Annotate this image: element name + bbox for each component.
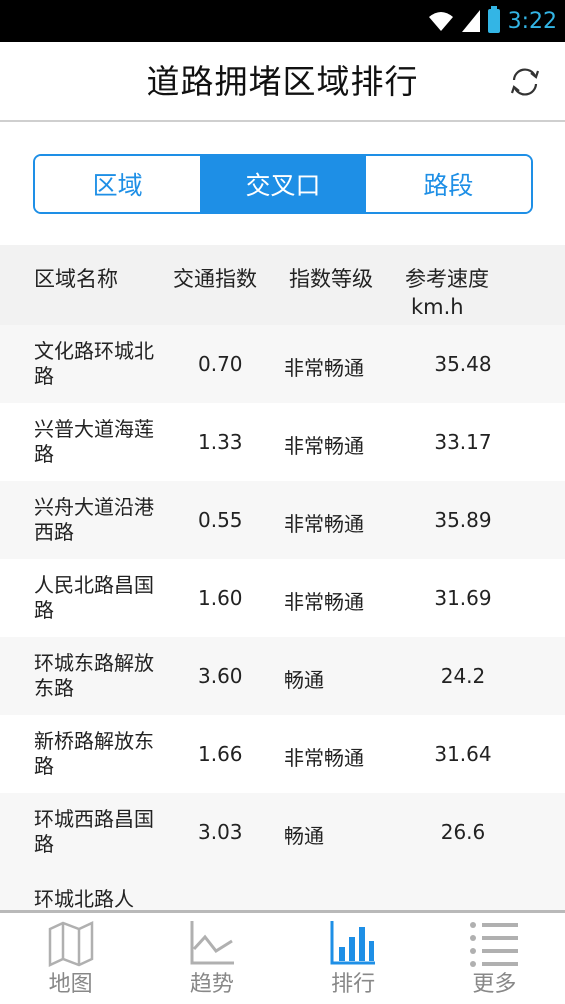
nav-more-label: 更多 [472,972,517,997]
status-bar: 3:22 [0,0,565,42]
table-row[interactable]: 兴普大道海莲路 1.33 非常畅通 33.17 [0,403,565,481]
table-header: 区域名称 交通指数 指数等级 参考速度 km.h [0,245,565,325]
battery-icon [487,6,500,33]
page-title: 道路拥堵区域排行 [146,62,419,101]
signal-icon [461,10,480,32]
row-level: 非常畅通 [284,590,364,614]
app-bar: 道路拥堵区域排行 [0,42,565,122]
ranking-table: 区域名称 交通指数 指数等级 参考速度 km.h 文化路环城北路 0.70 非常… [0,245,565,911]
row-speed: 26.6 [440,820,486,844]
row-name: 兴普大道海莲路 [34,417,154,466]
table-row[interactable]: 环城东路解放东路 3.60 畅通 24.2 [0,637,565,715]
ranking-icon [330,921,376,965]
header-speed-unit: km.h [411,295,464,319]
status-time: 3:22 [507,8,557,34]
segment-road-section[interactable]: 路段 [365,156,531,212]
nav-map-label: 地图 [48,972,93,997]
row-speed: 35.48 [434,352,492,376]
table-row[interactable]: 人民北路昌国路 1.60 非常畅通 31.69 [0,559,565,637]
row-level: 畅通 [284,668,324,692]
row-speed: 33.17 [434,430,492,454]
nav-map[interactable]: 地图 [0,913,141,1004]
row-speed: 24.2 [440,664,486,688]
header-speed: 参考速度 km.h [405,265,489,321]
map-icon [48,921,93,967]
more-list-icon [470,922,519,967]
header-name: 区域名称 [34,267,118,291]
header-index: 交通指数 [173,267,257,291]
header-speed-label: 参考速度 [405,267,489,291]
row-index: 1.66 [198,742,243,766]
row-speed: 35.89 [434,508,492,532]
nav-trend[interactable]: 趋势 [141,913,282,1004]
row-index: 0.55 [198,508,243,532]
row-name: 新桥路解放东路 [34,729,154,778]
nav-ranking-label: 排行 [331,972,376,997]
header-level: 指数等级 [289,267,373,291]
row-name: 文化路环城北路 [34,339,154,388]
table-row[interactable]: 新桥路解放东路 1.66 非常畅通 31.64 [0,715,565,793]
row-level: 非常畅通 [284,434,364,458]
row-level: 非常畅通 [284,746,364,770]
row-index: 1.33 [198,430,243,454]
wifi-icon [428,12,453,31]
trend-icon [190,921,234,965]
row-level: 非常畅通 [284,512,364,536]
row-index: 1.60 [198,586,243,610]
row-speed: 31.64 [434,742,492,766]
segment-intersection[interactable]: 交叉口 [200,156,366,212]
nav-ranking[interactable]: 排行 [283,913,424,1004]
row-name: 环城西路昌国路 [34,807,154,856]
row-index: 0.70 [198,352,243,376]
row-level: 非常畅通 [284,356,364,380]
row-index: 3.03 [198,820,243,844]
row-name: 兴舟大道沿港西路 [34,495,154,544]
table-row[interactable]: 文化路环城北路 0.70 非常畅通 35.48 [0,325,565,403]
segment-region[interactable]: 区域 [35,156,201,212]
status-icons: 3:22 [428,6,557,36]
row-level: 畅通 [284,824,324,848]
bottom-nav: 地图 趋势 排行 更多 [0,910,565,1004]
row-name: 环城东路解放东路 [34,651,154,700]
table-row[interactable]: 兴舟大道沿港西路 0.55 非常畅通 35.89 [0,481,565,559]
refresh-icon[interactable] [507,64,543,100]
row-index: 3.60 [198,664,243,688]
nav-more[interactable]: 更多 [424,913,565,1004]
segment-control: 区域 交叉口 路段 [33,154,533,214]
row-name: 人民北路昌国路 [34,573,154,622]
row-speed: 31.69 [434,586,492,610]
nav-trend-label: 趋势 [189,972,234,997]
table-row[interactable]: 环城北路人 [0,871,565,911]
row-name: 环城北路人 [34,887,134,911]
table-row[interactable]: 环城西路昌国路 3.03 畅通 26.6 [0,793,565,871]
